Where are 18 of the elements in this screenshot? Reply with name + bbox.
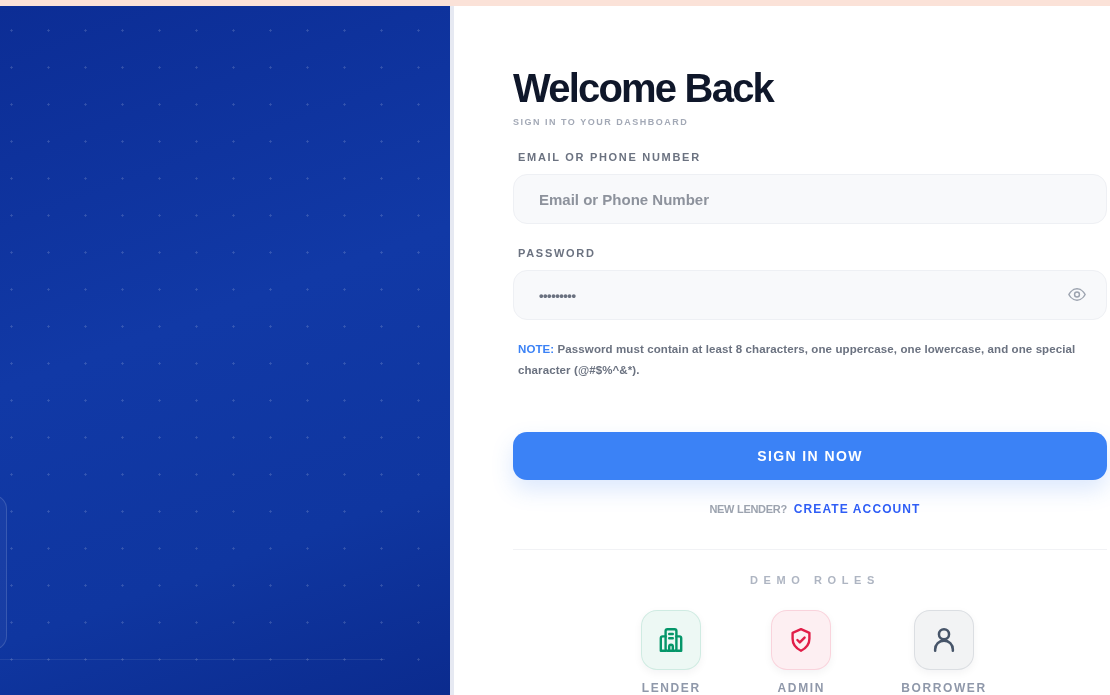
role-button[interactable] xyxy=(641,610,702,670)
password-note: NOTE: Password must contain at least 8 characters, one uppercase, one lowercase, and one special character (@#$%^&*). xyxy=(518,342,1077,378)
signup-prompt: NEW LENDER? xyxy=(709,502,787,517)
input-field[interactable]: Email or Phone Number xyxy=(513,174,1107,224)
field-label: EMAIL OR PHONE NUMBER xyxy=(517,150,702,164)
role-label: BORROWER xyxy=(901,682,987,695)
password-field[interactable]: ••••••••• xyxy=(513,270,1107,320)
welcome-title: Welcome Back xyxy=(513,68,775,108)
role-button[interactable] xyxy=(771,610,832,670)
role-button[interactable] xyxy=(914,610,974,670)
sign-in-button[interactable]: SIGN IN NOW xyxy=(513,432,1107,481)
create-account-link[interactable]: CREATE ACCOUNT xyxy=(793,502,921,517)
eye-icon[interactable] xyxy=(1068,288,1086,301)
role-label: ADMIN xyxy=(777,682,825,695)
field-label: PASSWORD xyxy=(517,246,597,260)
subtitle: SIGN IN TO YOUR DASHBOARD xyxy=(513,116,690,128)
role-label: LENDER xyxy=(641,682,701,695)
demo-roles-heading: DEMO ROLES xyxy=(750,573,880,587)
